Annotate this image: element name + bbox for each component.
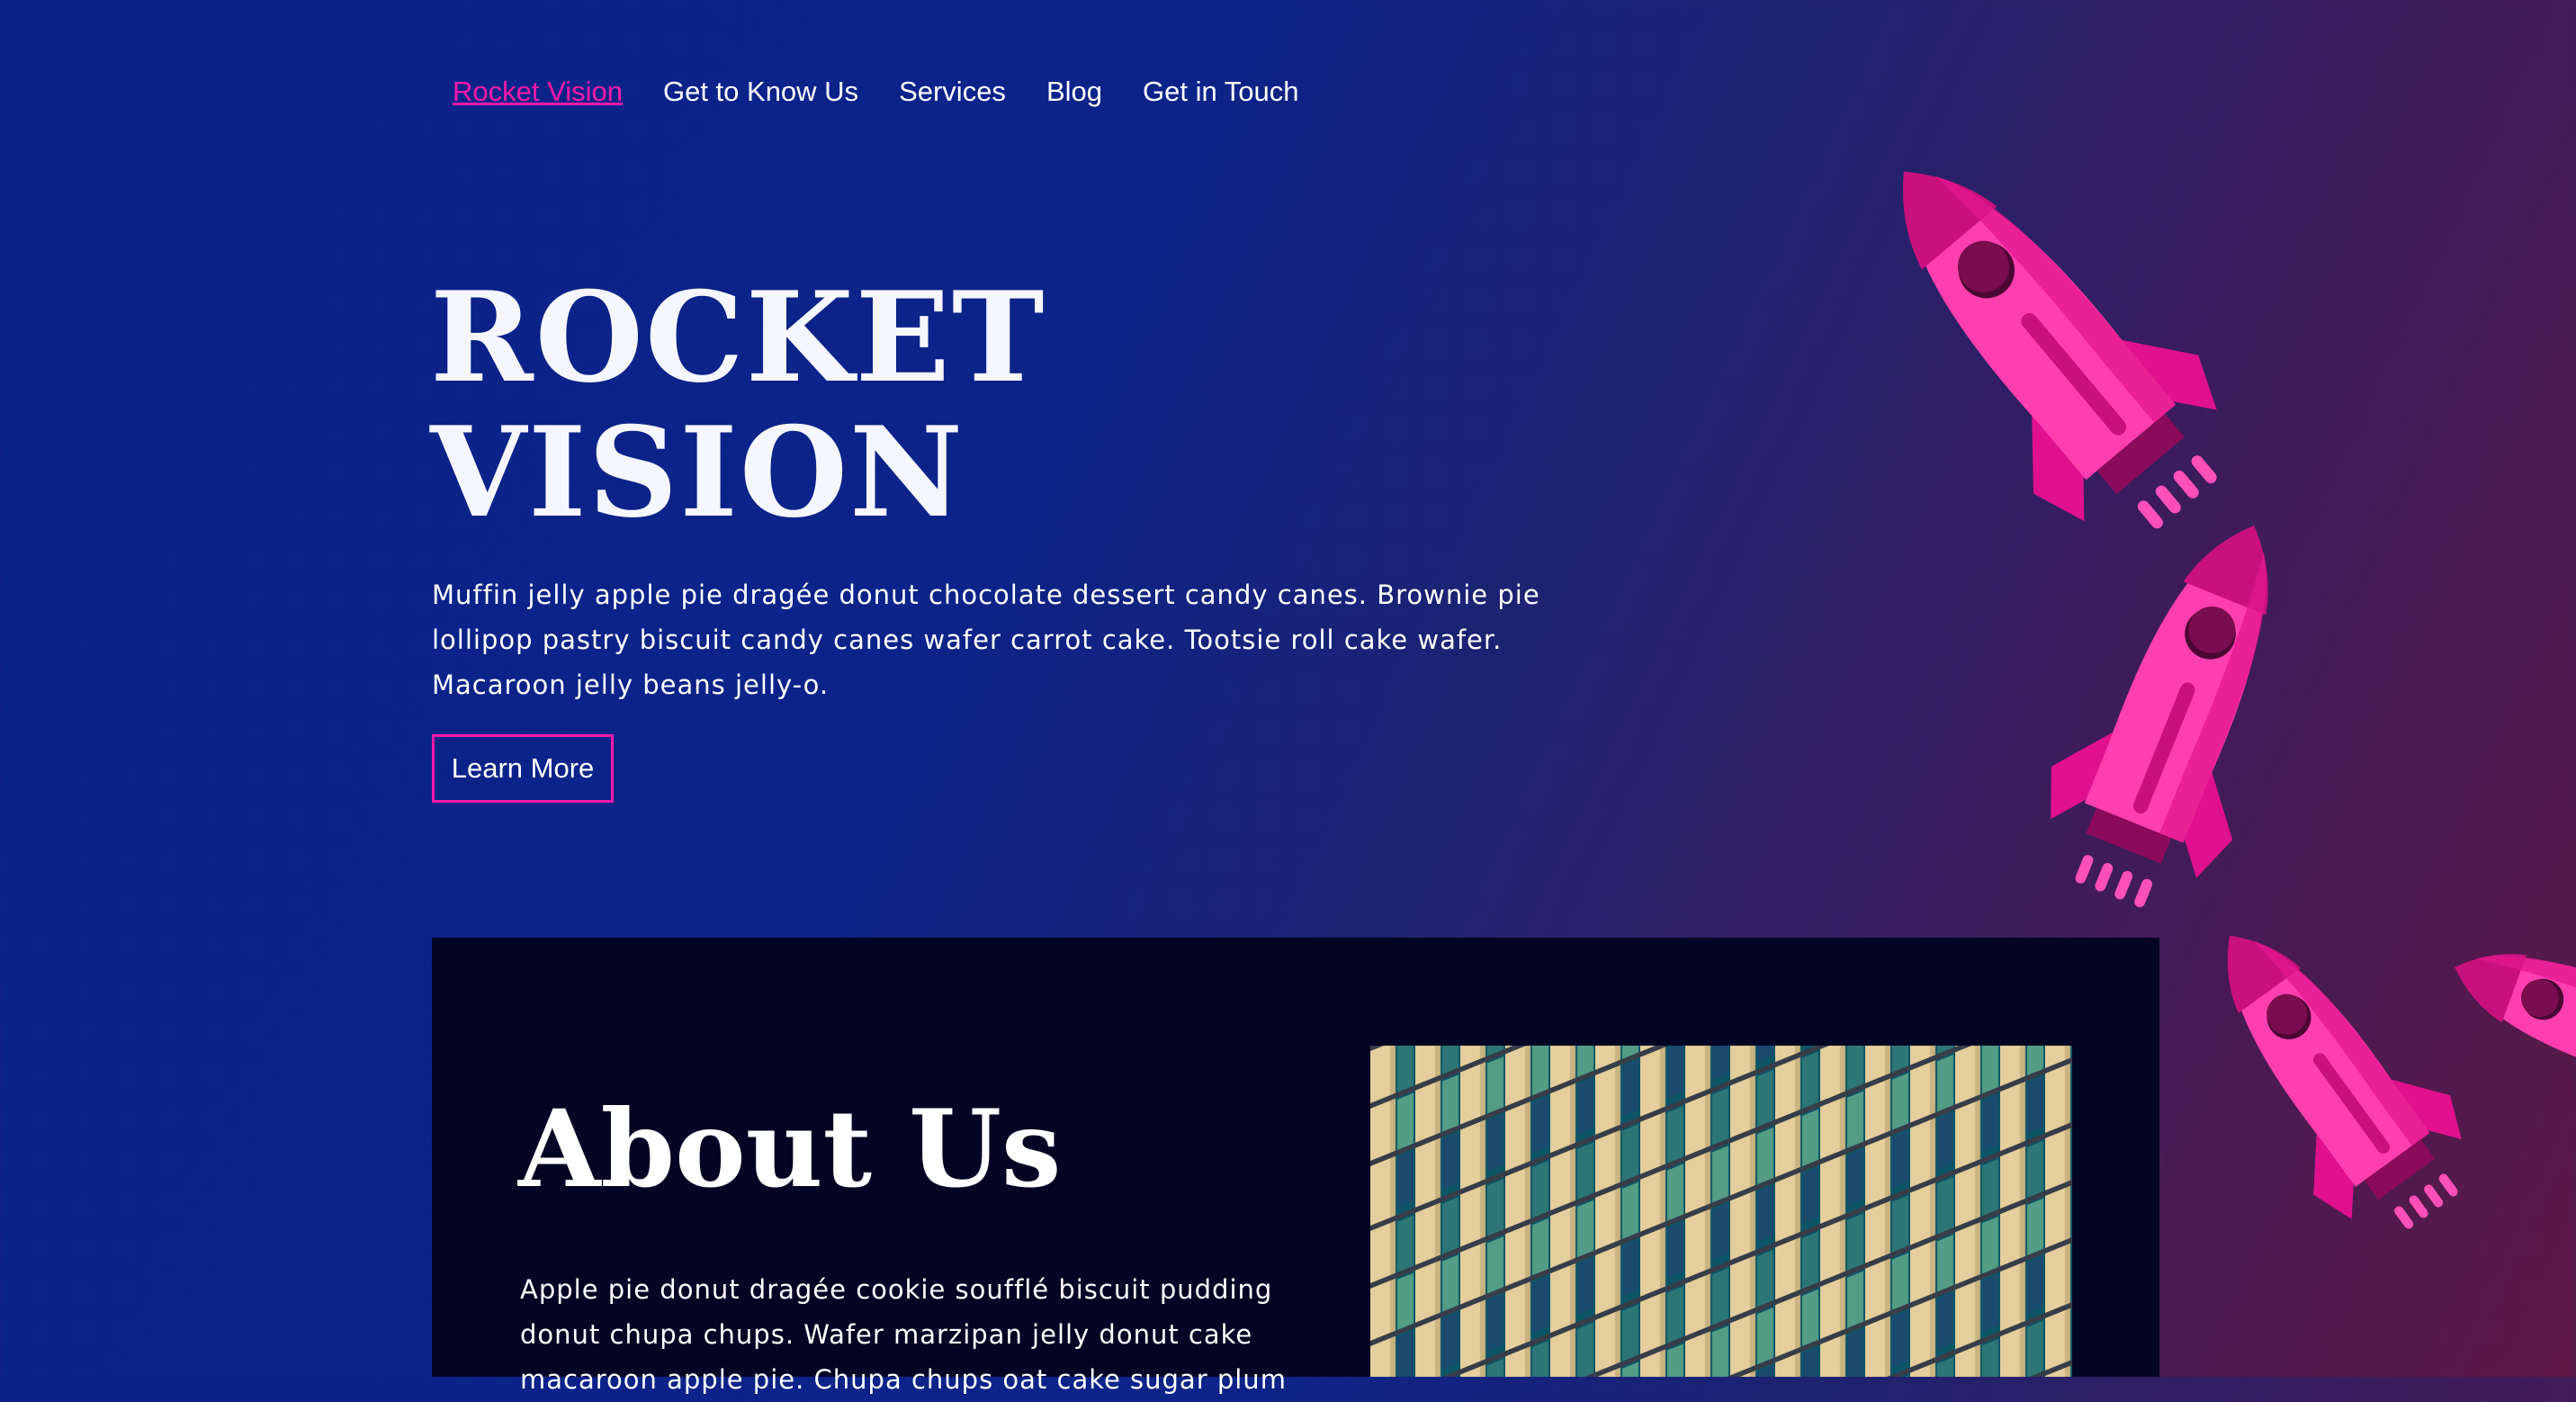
about-title: About Us <box>518 1086 1062 1211</box>
hero-title: ROCKET VISION <box>430 270 1046 540</box>
rocket-icon <box>2015 489 2345 930</box>
hero-description: Muffin jelly apple pie dragée donut choc… <box>432 580 1540 700</box>
about-section: About Us Apple pie donut dragée cookie s… <box>432 938 2159 1395</box>
rocket-icon <box>2428 893 2576 1151</box>
about-description: Apple pie donut dragée cookie soufflé bi… <box>520 1274 1287 1395</box>
hero-title-line-2: VISION <box>430 399 965 545</box>
nav-link-services[interactable]: Services <box>899 76 1006 108</box>
hero-title-line-1: ROCKET <box>430 264 1046 410</box>
nav-link-get-in-touch[interactable]: Get in Touch <box>1143 76 1298 108</box>
building-image <box>1370 1046 2072 1377</box>
learn-more-button[interactable]: Learn More <box>432 734 614 803</box>
nav-link-rocket-vision[interactable]: Rocket Vision <box>453 76 623 108</box>
nav-link-get-to-know-us[interactable]: Get to Know Us <box>663 76 858 108</box>
rocket-icon <box>2161 885 2500 1263</box>
nav-link-blog[interactable]: Blog <box>1046 76 1102 108</box>
rocket-icon <box>1821 102 2268 577</box>
main-nav: Rocket Vision Get to Know Us Services Bl… <box>453 76 1298 108</box>
